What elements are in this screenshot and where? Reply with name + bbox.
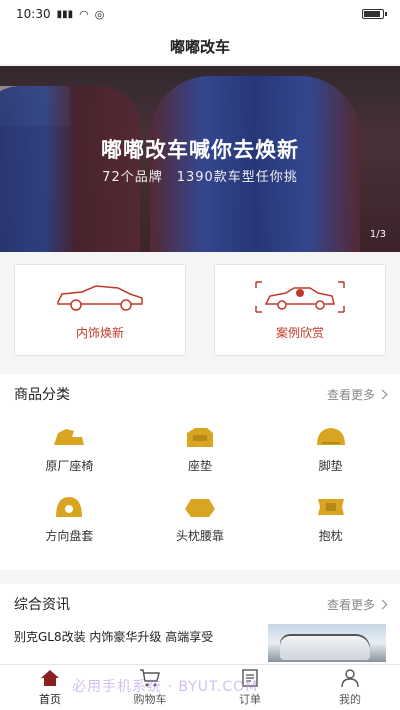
seat-icon bbox=[54, 428, 85, 445]
news-thumbnail bbox=[268, 624, 386, 662]
order-icon bbox=[242, 669, 258, 687]
category-item-headrest[interactable]: 头枕腰靠 bbox=[135, 484, 266, 554]
network-icon: ◎ bbox=[94, 7, 105, 21]
bottom-tabbar: 首页 购物车 订单 我的 bbox=[0, 664, 400, 710]
news-item[interactable]: 别克GL8改装 内饰豪华升级 高端享受 bbox=[0, 624, 400, 662]
news-headline: 别克GL8改装 内饰豪华升级 高端享受 bbox=[14, 630, 214, 644]
section-title: 综合资讯 bbox=[14, 597, 70, 613]
feature-interior-renew[interactable]: 内饰焕新 bbox=[14, 264, 186, 356]
banner-pager: 1/3 bbox=[369, 229, 386, 240]
category-item-steering-cover[interactable]: 方向盘套 bbox=[4, 484, 135, 554]
battery-icon bbox=[362, 9, 387, 19]
category-item-seat[interactable]: 原厂座椅 bbox=[4, 414, 135, 484]
steering-cover-icon bbox=[56, 496, 83, 517]
section-title: 商品分类 bbox=[14, 387, 70, 403]
clock: 10:30 bbox=[16, 7, 51, 21]
cart-icon bbox=[140, 669, 160, 687]
banner-headline: 嘟嘟改车喊你去焕新 bbox=[101, 138, 299, 162]
chevron-right-icon bbox=[377, 389, 388, 399]
chevron-right-icon bbox=[377, 599, 388, 609]
floor-mat-icon bbox=[316, 427, 345, 445]
tab-cart[interactable]: 购物车 bbox=[100, 665, 200, 710]
page-title: 嘟嘟改车 bbox=[0, 28, 400, 64]
category-item-cushion[interactable]: 座垫 bbox=[135, 414, 266, 484]
car-framed-icon bbox=[255, 280, 345, 313]
feature-label: 案例欣赏 bbox=[275, 325, 324, 340]
home-icon bbox=[41, 670, 59, 686]
pillow-icon bbox=[317, 498, 344, 515]
banner-subline: 72个品牌 1390款车型任你挑 bbox=[102, 170, 298, 185]
wifi-icon: ◠ bbox=[79, 7, 89, 21]
feature-label: 内饰焕新 bbox=[75, 325, 124, 340]
user-icon bbox=[341, 669, 359, 688]
tab-home[interactable]: 首页 bbox=[0, 665, 100, 710]
seat-cushion-icon bbox=[186, 427, 213, 447]
feature-case-gallery[interactable]: 案例欣赏 bbox=[214, 264, 386, 356]
hero-banner[interactable]: 嘟嘟改车喊你去焕新 72个品牌 1390款车型任你挑 1/3 bbox=[0, 66, 400, 252]
category-section: 商品分类 查看更多 原厂座椅 座垫 脚垫 方向盘套 头枕腰靠 抱枕 bbox=[0, 374, 400, 570]
news-section: 综合资讯 查看更多 别克GL8改装 内饰豪华升级 高端享受 bbox=[0, 584, 400, 664]
car-outline-icon bbox=[57, 284, 143, 311]
headrest-icon bbox=[184, 498, 215, 517]
tab-orders[interactable]: 订单 bbox=[200, 665, 300, 710]
tab-profile[interactable]: 我的 bbox=[300, 665, 400, 710]
news-more-link[interactable]: 查看更多 bbox=[327, 596, 388, 613]
feature-row: 内饰焕新 案例欣赏 bbox=[14, 264, 386, 356]
category-more-link[interactable]: 查看更多 bbox=[327, 386, 388, 403]
category-item-pillow[interactable]: 抱枕 bbox=[265, 484, 396, 554]
status-bar: 10:30 ▮▮▮ ◠ ◎ bbox=[0, 0, 400, 28]
signal-icon: ▮▮▮ bbox=[56, 8, 74, 20]
category-item-floor-mat[interactable]: 脚垫 bbox=[265, 414, 396, 484]
